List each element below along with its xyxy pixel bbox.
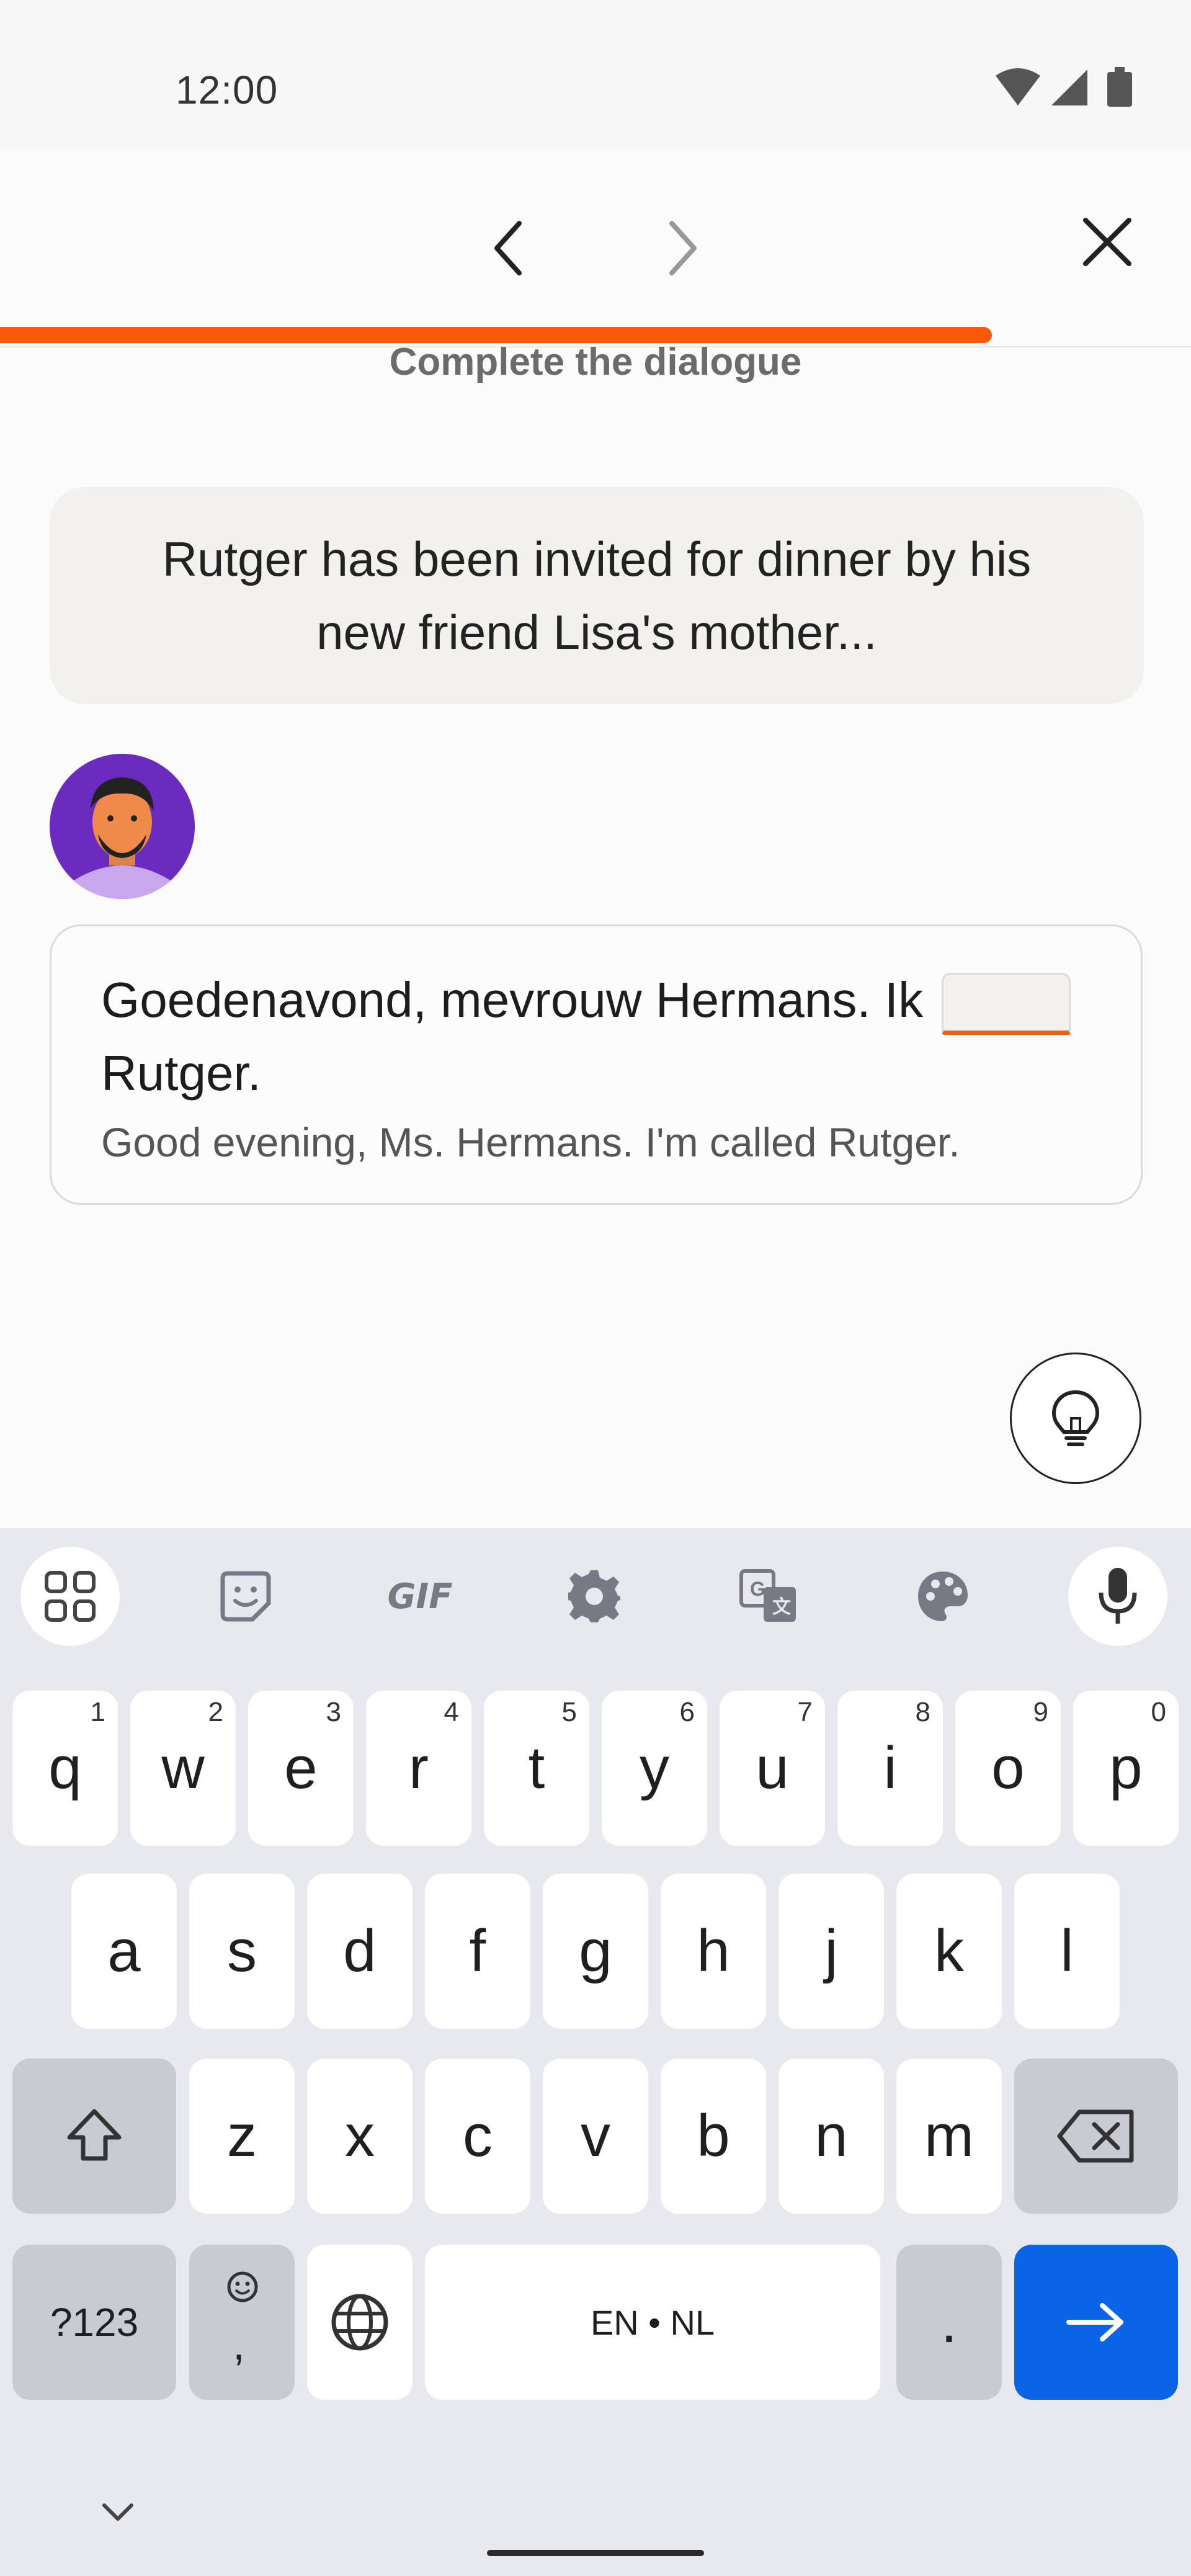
onscreen-keyboard: GIF G 文 q1 w2 e3 r4 t5 y6 u7 i8 o 9 p 0 …	[0, 1528, 1191, 2576]
emoji-comma-key[interactable]: ,	[189, 2245, 295, 2400]
key-l[interactable]: l	[1014, 1874, 1120, 2029]
apps-grid-icon	[45, 1571, 96, 1622]
space-bar-label: EN • NL	[590, 2302, 715, 2342]
key-n[interactable]: n	[778, 2059, 884, 2214]
shift-key[interactable]	[12, 2059, 176, 2214]
lightbulb-icon	[1051, 1390, 1100, 1446]
backspace-key[interactable]	[1014, 2059, 1178, 2214]
apps-grid-button[interactable]	[20, 1547, 120, 1646]
key-h[interactable]: h	[661, 1874, 766, 2029]
microphone-icon	[1099, 1568, 1137, 1624]
hide-keyboard-button[interactable]	[87, 2490, 149, 2533]
arrow-right-icon	[1066, 2303, 1123, 2341]
answer-blank-input[interactable]	[942, 972, 1071, 1035]
close-icon	[1083, 218, 1131, 266]
dialogue-text-after: Rutger.	[101, 1045, 261, 1101]
hint-button[interactable]	[1010, 1353, 1141, 1484]
key-z[interactable]: z	[189, 2059, 295, 2214]
gif-label: GIF	[387, 1576, 453, 1617]
key-v[interactable]: v	[543, 2059, 648, 2214]
key-e[interactable]: e3	[248, 1691, 354, 1846]
avatar	[50, 754, 195, 899]
back-button[interactable]	[465, 205, 552, 292]
symbols-key[interactable]: ?123	[12, 2245, 176, 2400]
shift-arrow-icon	[67, 2109, 122, 2161]
home-indicator	[487, 2550, 704, 2556]
forward-button[interactable]	[639, 205, 726, 292]
exercise-nav-bar	[0, 149, 1191, 347]
key-o[interactable]: o9	[955, 1691, 1061, 1846]
dialogue-line: Goedenavond, mevrouw Hermans. Ik Rutger.	[101, 964, 1094, 1110]
language-switch-key[interactable]	[307, 2245, 413, 2400]
dialogue-translation: Good evening, Ms. Hermans. I'm called Ru…	[101, 1119, 960, 1165]
status-icons	[996, 67, 1132, 107]
period-key[interactable]: .	[896, 2245, 1002, 2400]
theme-button[interactable]	[893, 1547, 993, 1646]
translate-icon: G 文	[739, 1569, 796, 1622]
dialogue-card: Goedenavond, mevrouw Hermans. Ik Rutger.…	[50, 924, 1143, 1205]
key-f[interactable]: f	[425, 1874, 530, 2029]
context-text: Rutger has been invited for dinner by hi…	[162, 532, 1032, 660]
exercise-instruction: Complete the dialogue	[389, 341, 802, 383]
chevron-down-icon	[102, 2503, 133, 2521]
key-b[interactable]: b	[661, 2059, 766, 2214]
gif-button[interactable]: GIF	[370, 1547, 470, 1646]
settings-gear-icon	[568, 1570, 620, 1622]
comma-label: ,	[233, 2320, 246, 2369]
key-a[interactable]: a	[71, 1874, 177, 2029]
key-p[interactable]: p0	[1073, 1691, 1179, 1846]
sticker-icon	[220, 1571, 271, 1622]
emoji-icon	[227, 2271, 258, 2302]
palette-icon	[918, 1572, 968, 1621]
chevron-right-icon	[669, 221, 697, 275]
chevron-left-icon	[494, 221, 522, 275]
backspace-icon	[1057, 2109, 1134, 2163]
sticker-button[interactable]	[196, 1547, 295, 1646]
key-i[interactable]: i8	[837, 1691, 943, 1846]
key-m[interactable]: m	[896, 2059, 1002, 2214]
context-box: Rutger has been invited for dinner by hi…	[50, 487, 1144, 704]
key-s[interactable]: s	[189, 1874, 295, 2029]
enter-key[interactable]	[1014, 2245, 1178, 2400]
space-bar[interactable]: EN • NL	[425, 2245, 880, 2400]
status-time: 12:00	[176, 68, 279, 112]
wifi-icon	[996, 68, 1040, 105]
key-w[interactable]: w2	[130, 1691, 236, 1846]
battery-icon	[1107, 67, 1132, 107]
key-g[interactable]: g	[543, 1874, 648, 2029]
key-u[interactable]: u7	[720, 1691, 825, 1846]
key-x[interactable]: x	[307, 2059, 413, 2214]
key-t[interactable]: t5	[484, 1691, 589, 1846]
keyboard-settings-button[interactable]	[545, 1547, 644, 1646]
svg-text:G: G	[750, 1578, 765, 1600]
character-avatar-illustration	[50, 754, 195, 899]
cell-signal-icon	[1051, 69, 1087, 105]
globe-icon	[331, 2294, 388, 2351]
svg-text:文: 文	[772, 1596, 791, 1617]
voice-input-button[interactable]	[1068, 1547, 1167, 1646]
key-j[interactable]: j	[778, 1874, 884, 2029]
key-y[interactable]: y6	[602, 1691, 707, 1846]
key-d[interactable]: d	[307, 1874, 413, 2029]
key-k[interactable]: k	[896, 1874, 1002, 2029]
key-c[interactable]: c	[425, 2059, 530, 2214]
key-r[interactable]: r4	[366, 1691, 471, 1846]
close-button[interactable]	[1064, 199, 1151, 285]
status-bar: 12:00	[0, 0, 1191, 149]
translate-button[interactable]: G 文	[719, 1547, 818, 1646]
key-q[interactable]: q1	[12, 1691, 118, 1846]
dialogue-text-before: Goedenavond, mevrouw Hermans. Ik	[101, 972, 924, 1027]
